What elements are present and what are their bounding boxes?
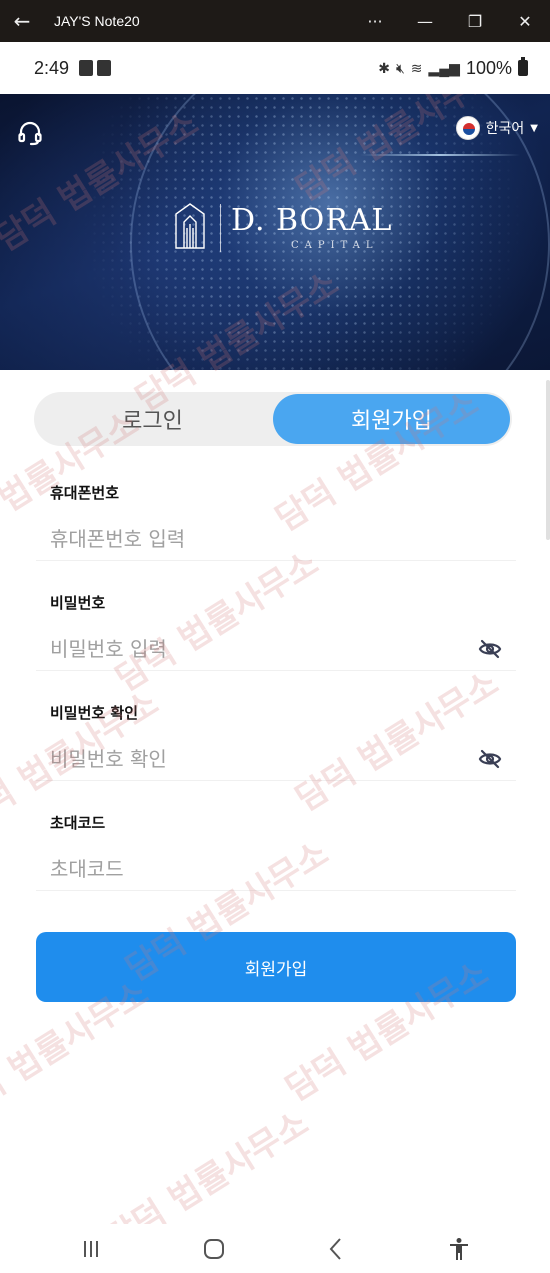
korea-flag-icon bbox=[455, 116, 480, 140]
building-logo-icon bbox=[175, 203, 205, 249]
battery-icon bbox=[518, 57, 528, 76]
language-label: 한국어 bbox=[485, 121, 525, 137]
back-arrow-icon[interactable]: ← bbox=[0, 0, 44, 42]
logo-divider bbox=[220, 204, 221, 252]
window-title: JAY'S Note20 bbox=[54, 13, 140, 29]
android-nav-bar bbox=[0, 1224, 550, 1273]
signal-icon: ▂▄▆ bbox=[428, 59, 460, 76]
hero-banner: 한국어 ▼ D. BORAL CAPITAL bbox=[0, 94, 550, 370]
hero-light-line bbox=[360, 154, 520, 156]
invite-code-field: 초대코드 bbox=[36, 812, 516, 891]
phone-label: 휴대폰번호 bbox=[50, 484, 120, 502]
tab-login[interactable]: 로그인 bbox=[34, 392, 271, 446]
phone-field: 휴대폰번호 bbox=[36, 482, 516, 561]
password-label: 비밀번호 bbox=[50, 594, 106, 612]
more-icon[interactable]: ··· bbox=[350, 0, 400, 42]
status-time: 2:49 bbox=[34, 57, 70, 78]
watermark-text: 담덕 법률사무소 bbox=[98, 1103, 316, 1224]
close-icon[interactable]: ✕ bbox=[500, 0, 550, 42]
mute-icon: 🔇︎ bbox=[395, 59, 405, 76]
minimize-icon[interactable]: — bbox=[400, 0, 450, 42]
window-titlebar: ← JAY'S Note20 ··· — ❐ ✕ bbox=[0, 0, 550, 42]
logo-subtitle: CAPITAL bbox=[291, 239, 379, 251]
bluetooth-icon: ✱ bbox=[378, 59, 390, 76]
logo-name: D. BORAL bbox=[231, 202, 393, 238]
invite-code-input-row bbox=[36, 847, 516, 891]
restore-icon[interactable]: ❐ bbox=[450, 0, 500, 42]
eye-off-icon[interactable] bbox=[472, 634, 508, 664]
phone-input[interactable] bbox=[50, 526, 516, 551]
recent-apps-icon[interactable] bbox=[61, 1229, 121, 1269]
language-selector[interactable]: 한국어 ▼ bbox=[455, 116, 538, 140]
signup-submit-button[interactable]: 회원가입 bbox=[36, 932, 516, 1002]
status-bar: 2:49 ✱ 🔇︎ ≋ ▂▄▆ 100% bbox=[0, 42, 550, 94]
invite-code-input[interactable] bbox=[50, 856, 516, 881]
wifi-icon: ≋ bbox=[410, 59, 423, 76]
notification-icons bbox=[79, 60, 112, 76]
eye-off-icon[interactable] bbox=[472, 744, 508, 774]
brand-logo: D. BORAL CAPITAL bbox=[170, 200, 392, 256]
home-icon[interactable] bbox=[184, 1229, 244, 1269]
back-icon[interactable] bbox=[306, 1229, 366, 1269]
password-confirm-input-row bbox=[36, 737, 516, 781]
password-confirm-label: 비밀번호 확인 bbox=[50, 704, 139, 722]
scrollbar[interactable] bbox=[546, 380, 550, 540]
headset-support-icon[interactable] bbox=[14, 118, 46, 150]
battery-percent: 100% bbox=[465, 57, 512, 78]
password-input-row bbox=[36, 627, 516, 671]
auth-tabs: 로그인 회원가입 bbox=[34, 392, 512, 446]
phone-input-row bbox=[36, 517, 516, 561]
password-confirm-input[interactable] bbox=[50, 746, 472, 771]
invite-code-label: 초대코드 bbox=[50, 814, 106, 832]
accessibility-icon[interactable] bbox=[429, 1229, 489, 1269]
password-confirm-field: 비밀번호 확인 bbox=[36, 702, 516, 781]
caret-down-icon: ▼ bbox=[530, 122, 538, 134]
tab-signup[interactable]: 회원가입 bbox=[273, 394, 510, 444]
password-field: 비밀번호 bbox=[36, 592, 516, 671]
password-input[interactable] bbox=[50, 636, 472, 661]
